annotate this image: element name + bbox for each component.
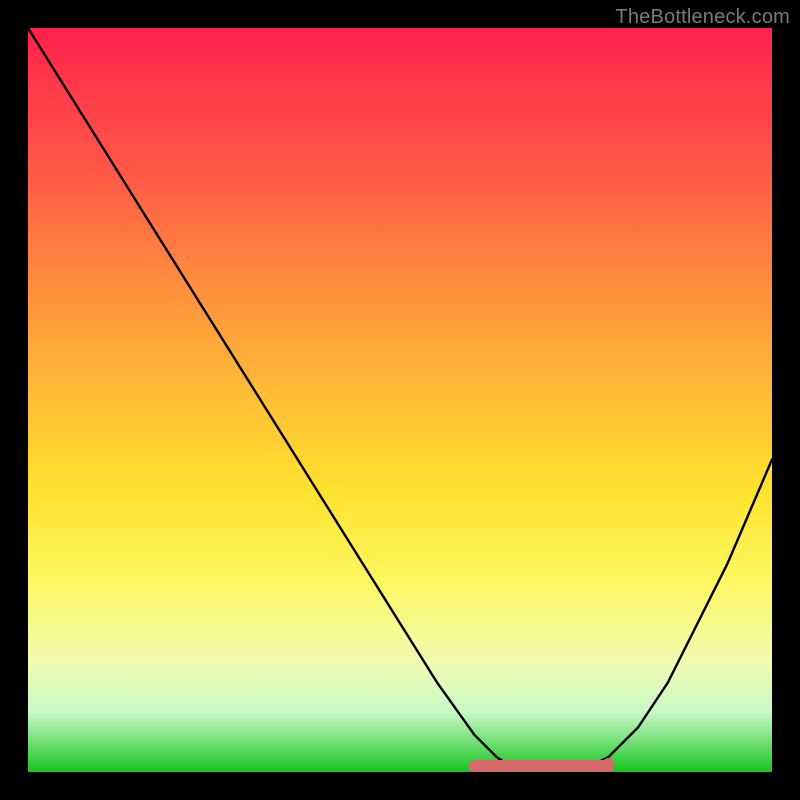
watermark-label: TheBottleneck.com <box>615 6 790 29</box>
bottleneck-curve <box>28 28 772 772</box>
plot-area <box>28 28 772 772</box>
curve-layer <box>28 28 772 772</box>
minimum-marker-dot <box>602 758 614 770</box>
chart-frame: TheBottleneck.com <box>0 0 800 800</box>
